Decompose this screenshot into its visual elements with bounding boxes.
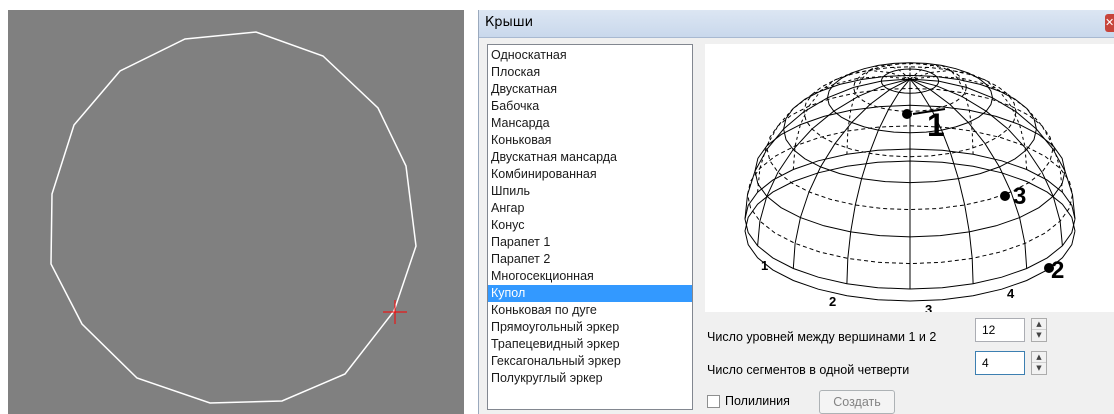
close-icon[interactable]: ✕ [1105,14,1114,32]
vertex-markers [902,108,1054,273]
roof-type-item[interactable]: Ангар [488,200,692,217]
roof-type-item[interactable]: Прямоугольный эркер [488,319,692,336]
levels-label: Число уровней между вершинами 1 и 2 [707,330,937,344]
roof-type-list[interactable]: Односкатная Плоская Двускатная Бабочка Манса… [487,44,693,410]
dialog-title: Крыши [485,15,534,30]
create-button[interactable]: Создать [819,390,895,414]
roof-type-item[interactable]: Коньковая [488,132,692,149]
roof-type-item[interactable]: Комбинированная [488,166,692,183]
polyline-label: Полилиния [725,394,790,408]
vertex-label-2: 2 [1051,257,1064,284]
spin-up-icon[interactable]: ▲ [1032,319,1046,330]
roof-type-item[interactable]: Трапецевидный эркер [488,336,692,353]
roof-type-item[interactable]: Двускатная [488,81,692,98]
segment-label-2: 2 [829,294,836,309]
roof-type-item[interactable]: Шпиль [488,183,692,200]
roof-type-item[interactable]: Полукруглый эркер [488,370,692,387]
roof-type-item[interactable]: Многосекционная [488,268,692,285]
drawing-viewport[interactable] [8,10,464,414]
roof-type-item[interactable]: Парапет 2 [488,251,692,268]
roof-type-item[interactable]: Двускатная мансарда [488,149,692,166]
roofs-dialog: Крыши ✕ Односкатная Плоская Двускатная Бабо… [478,10,1114,414]
spin-down-icon[interactable]: ▼ [1032,330,1046,341]
segments-label: Число сегментов в одной четверти [707,363,910,377]
segments-spinner[interactable]: ▲ ▼ [1031,351,1047,375]
vertex-label-3: 3 [1013,183,1026,210]
segment-label-3: 3 [925,302,932,312]
polygon-outline [50,31,417,404]
roof-type-item[interactable]: Коньковая по дуге [488,302,692,319]
roof-type-item[interactable]: Конус [488,217,692,234]
roof-type-item[interactable]: Парапет 1 [488,234,692,251]
segments-input[interactable] [975,351,1025,375]
polyline-checkbox[interactable] [707,395,720,408]
roof-type-item[interactable]: Гексагональный эркер [488,353,692,370]
roof-type-item[interactable]: Купол [488,285,692,302]
spin-up-icon[interactable]: ▲ [1032,352,1046,363]
levels-input[interactable] [975,318,1025,342]
roof-type-item[interactable]: Мансарда [488,115,692,132]
dome-preview-image: 1 2 3 1 2 3 4 [705,44,1114,317]
roof-type-item[interactable]: Бабочка [488,98,692,115]
segment-label-4: 4 [1007,286,1015,301]
dialog-titlebar: Крыши ✕ [479,10,1114,38]
roof-type-item[interactable]: Односкатная [488,47,692,64]
segment-label-1: 1 [761,258,768,273]
roof-type-item[interactable]: Плоская [488,64,692,81]
spin-down-icon[interactable]: ▼ [1032,363,1046,374]
vertex-label-1: 1 [927,107,945,143]
levels-spinner[interactable]: ▲ ▼ [1031,318,1047,342]
